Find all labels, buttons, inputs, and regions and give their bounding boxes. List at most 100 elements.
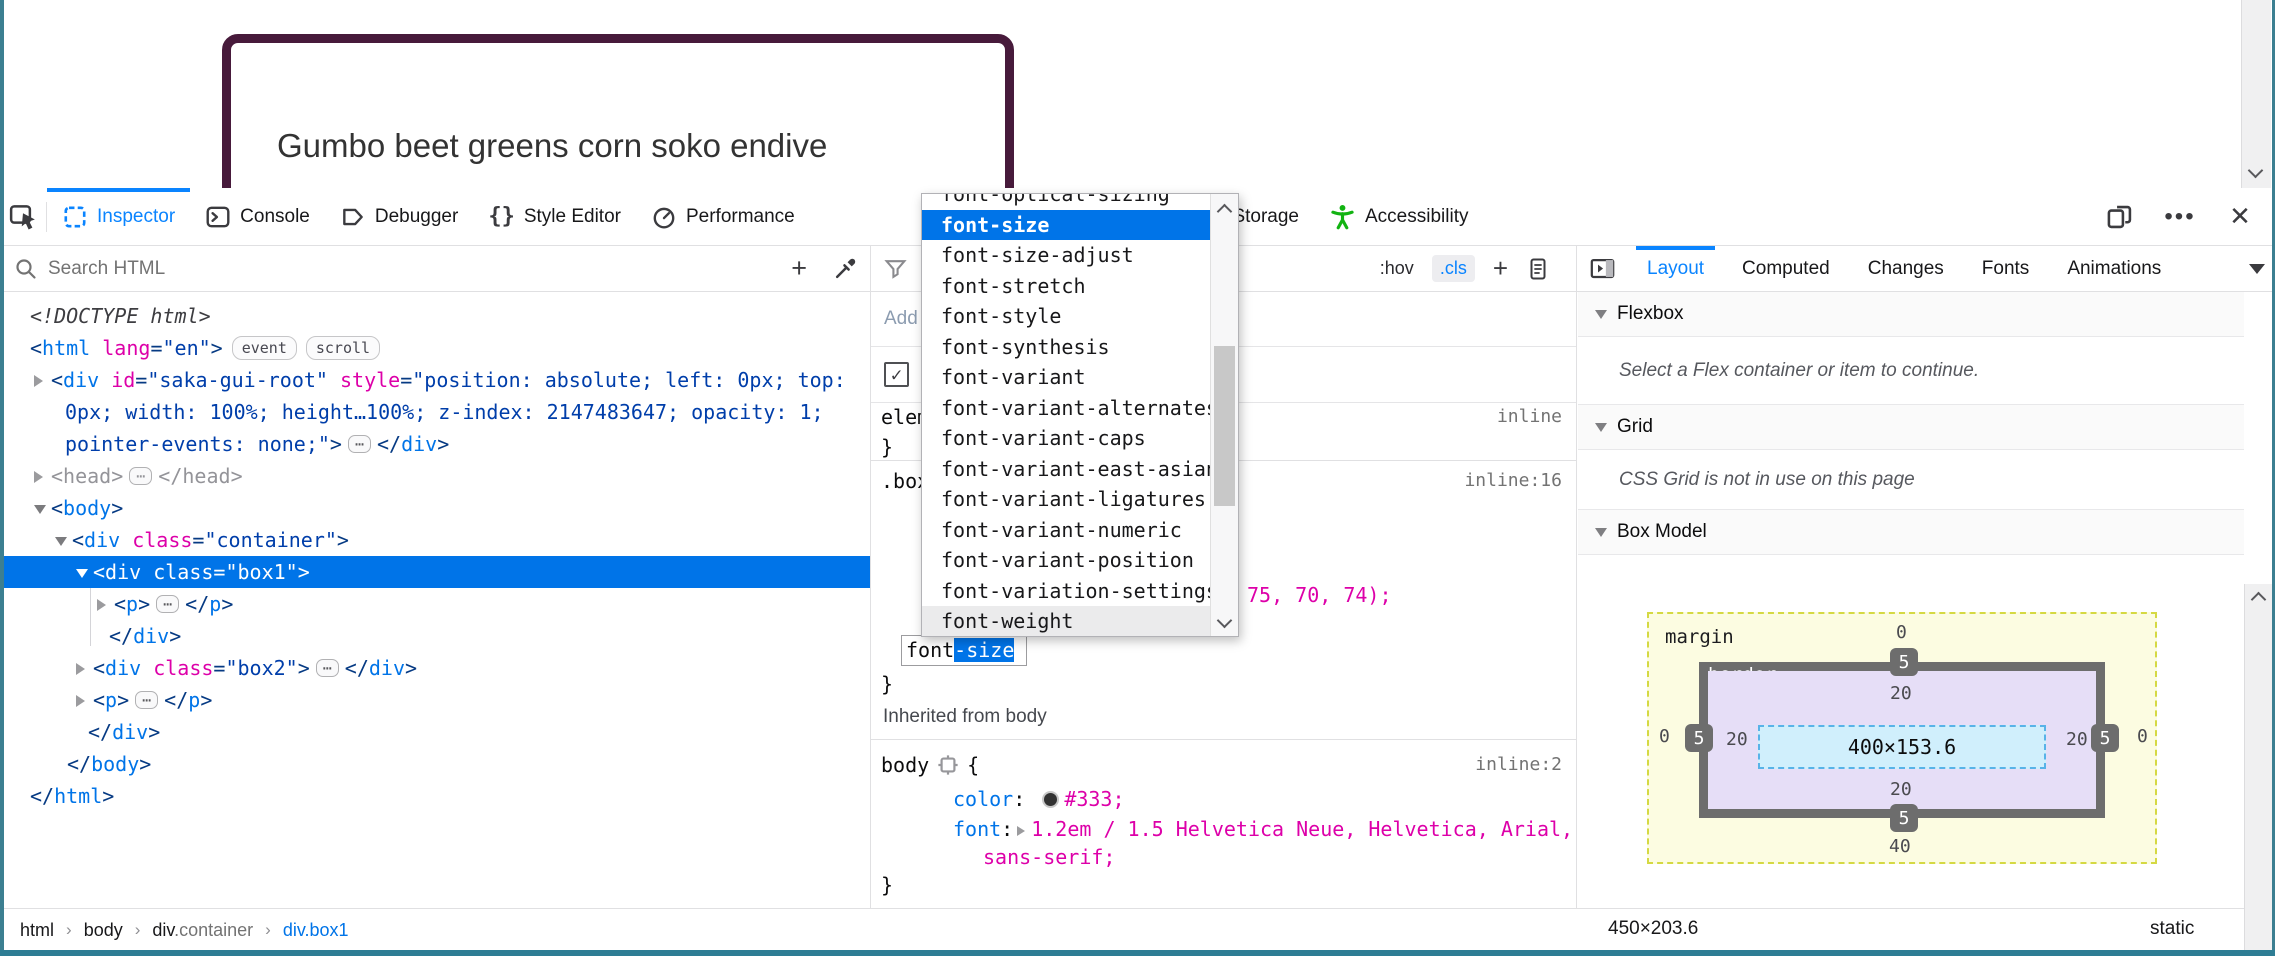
tab-console[interactable]: Console (190, 188, 325, 245)
border-left-value[interactable]: 5 (1685, 724, 1713, 752)
close-devtools-button[interactable]: ✕ (2223, 200, 2257, 234)
pick-element-button[interactable] (0, 188, 46, 245)
autocomplete-item[interactable]: font-size (922, 210, 1210, 241)
sidebar-tab-fonts[interactable]: Fonts (1963, 246, 2049, 291)
grid-section-header[interactable]: Grid (1578, 405, 2244, 450)
autocomplete-item[interactable]: font-variant-numeric (922, 515, 1210, 546)
flexbox-section-header[interactable]: Flexbox (1578, 292, 2244, 337)
box-model-border-layer[interactable]: border padding 20 20 20 20 400×153.6 (1699, 662, 2105, 818)
body-font-property[interactable]: font:1.2em / 1.5 Helvetica Neue, Helveti… (953, 814, 1573, 844)
autocomplete-item[interactable]: font-variant-caps (922, 423, 1210, 454)
autocomplete-item[interactable]: font-variant-ligatures (922, 484, 1210, 515)
eyedropper-icon[interactable] (833, 256, 858, 281)
tab-debugger[interactable]: Debugger (325, 188, 473, 245)
collapsed-content-icon[interactable]: ⋯ (316, 659, 339, 677)
border-right-value[interactable]: 5 (2091, 724, 2119, 752)
element-rule-source-link[interactable]: inline (1497, 402, 1562, 432)
autocomplete-item[interactable]: font-style (922, 301, 1210, 332)
autocomplete-item[interactable]: font-variation-settings (922, 576, 1210, 607)
expand-value-icon[interactable] (1017, 826, 1025, 836)
breadcrumb-item[interactable]: div.container (152, 920, 253, 941)
markup-node[interactable]: <body> (0, 492, 870, 524)
breadcrumb-item[interactable]: div.box1 (283, 920, 349, 941)
filter-icon[interactable] (883, 256, 908, 281)
print-simulation-icon[interactable] (1526, 257, 1550, 281)
markup-node[interactable]: <html lang="en">eventscroll (0, 332, 870, 364)
breadcrumb-item[interactable]: body (84, 920, 123, 941)
sidebar-scrollbar[interactable] (2244, 584, 2272, 956)
markup-node[interactable]: 0px; width: 100%; height…100%; z-index: … (0, 396, 870, 428)
add-new-rule-button[interactable]: + (1493, 253, 1508, 284)
collapse-node-icon[interactable] (76, 569, 88, 578)
collapsed-content-icon[interactable]: ⋯ (135, 691, 158, 709)
popup-scrollbar[interactable] (1210, 194, 1238, 636)
class-checkbox[interactable]: ✓ (884, 362, 909, 387)
scroll-down-icon[interactable] (1217, 613, 1233, 629)
expand-node-icon[interactable] (34, 471, 43, 483)
markup-node[interactable]: <div class="container"> (0, 524, 870, 556)
tab-performance[interactable]: Performance (636, 188, 810, 245)
box-model-content-box[interactable]: 400×153.6 (1758, 725, 2046, 769)
markup-node[interactable]: </html> (0, 780, 870, 812)
event-badge[interactable]: event (232, 336, 297, 360)
margin-bottom-value[interactable]: 40 (1889, 836, 1911, 857)
padding-top-value[interactable]: 20 (1890, 683, 1912, 704)
markup-node[interactable]: </div> (0, 620, 870, 652)
expand-node-icon[interactable] (34, 375, 43, 387)
border-bottom-value[interactable]: 5 (1890, 804, 1918, 832)
scroll-up-icon[interactable] (2251, 592, 2267, 608)
scroll-badge[interactable]: scroll (306, 336, 380, 360)
autocomplete-item[interactable]: font-stretch (922, 271, 1210, 302)
sidebar-tab-animations[interactable]: Animations (2048, 246, 2180, 291)
toggle-classes-button[interactable]: .cls (1432, 255, 1475, 282)
padding-left-value[interactable]: 20 (1726, 729, 1748, 750)
collapse-node-icon[interactable] (34, 505, 46, 514)
body-color-property[interactable]: color: #333; (953, 784, 1125, 814)
tab-inspector[interactable]: Inspector (47, 188, 190, 245)
padding-right-value[interactable]: 20 (2066, 729, 2088, 750)
collapsed-content-icon[interactable]: ⋯ (129, 467, 152, 485)
autocomplete-item[interactable]: font-weight (922, 606, 1210, 637)
tab-accessibility[interactable]: Accessibility (1314, 188, 1483, 245)
autocomplete-item[interactable]: font-size-adjust (922, 240, 1210, 271)
page-scrollbar[interactable] (2241, 0, 2271, 188)
body-rule-source-link[interactable]: inline:2 (1475, 750, 1562, 780)
collapse-node-icon[interactable] (55, 537, 67, 546)
color-swatch[interactable] (1042, 791, 1059, 808)
tab-style-editor[interactable]: {} Style Editor (473, 188, 636, 245)
markup-node[interactable]: <div class="box2">⋯</div> (0, 652, 870, 684)
box-model-padding-layer[interactable]: padding 20 20 20 20 400×153.6 (1708, 671, 2096, 809)
autocomplete-item[interactable]: font-variant-alternates (922, 393, 1210, 424)
markup-node[interactable]: pointer-events: none;">⋯</div> (0, 428, 870, 460)
markup-node[interactable]: <div class="box1"> (0, 556, 870, 588)
box1-rule-source-link[interactable]: inline:16 (1464, 466, 1562, 496)
border-top-value[interactable]: 5 (1890, 648, 1918, 676)
margin-top-value[interactable]: 0 (1896, 622, 1907, 643)
create-new-node-button[interactable]: + (791, 253, 807, 284)
scroll-up-icon[interactable] (1217, 204, 1233, 220)
selector-highlighter-icon[interactable] (937, 754, 959, 776)
meatball-menu-button[interactable]: ••• (2163, 200, 2197, 234)
expand-node-icon[interactable] (76, 695, 85, 707)
markup-node[interactable]: <head>⋯</head> (0, 460, 870, 492)
autocomplete-item[interactable]: font-variant (922, 362, 1210, 393)
box-model-margin-layer[interactable]: margin 0 0 40 0 border padding 20 20 20 … (1647, 612, 2157, 864)
body-rule-selector[interactable]: body{ (881, 750, 979, 780)
sidebar-tab-changes[interactable]: Changes (1849, 246, 1963, 291)
markup-node[interactable]: </div> (0, 716, 870, 748)
sidebar-tabs-overflow-button[interactable] (2249, 264, 2265, 274)
autocomplete-item[interactable]: font-variant-position (922, 545, 1210, 576)
expand-node-icon[interactable] (76, 663, 85, 675)
padding-bottom-value[interactable]: 20 (1890, 779, 1912, 800)
breadcrumb-item[interactable]: html (20, 920, 54, 941)
autocomplete-item[interactable]: font-synthesis (922, 332, 1210, 363)
margin-right-value[interactable]: 0 (2137, 726, 2148, 747)
sidebar-toggle-icon[interactable] (1589, 255, 1616, 282)
markup-node[interactable]: <!DOCTYPE html> (0, 300, 870, 332)
box-model-section-header[interactable]: Box Model (1578, 510, 2244, 555)
sidebar-tab-layout[interactable]: Layout (1628, 246, 1723, 291)
markup-node[interactable]: <p>⋯</p> (0, 588, 870, 620)
scrollbar-thumb[interactable] (1214, 346, 1235, 506)
collapsed-content-icon[interactable]: ⋯ (348, 435, 371, 453)
collapsed-content-icon[interactable]: ⋯ (156, 595, 179, 613)
